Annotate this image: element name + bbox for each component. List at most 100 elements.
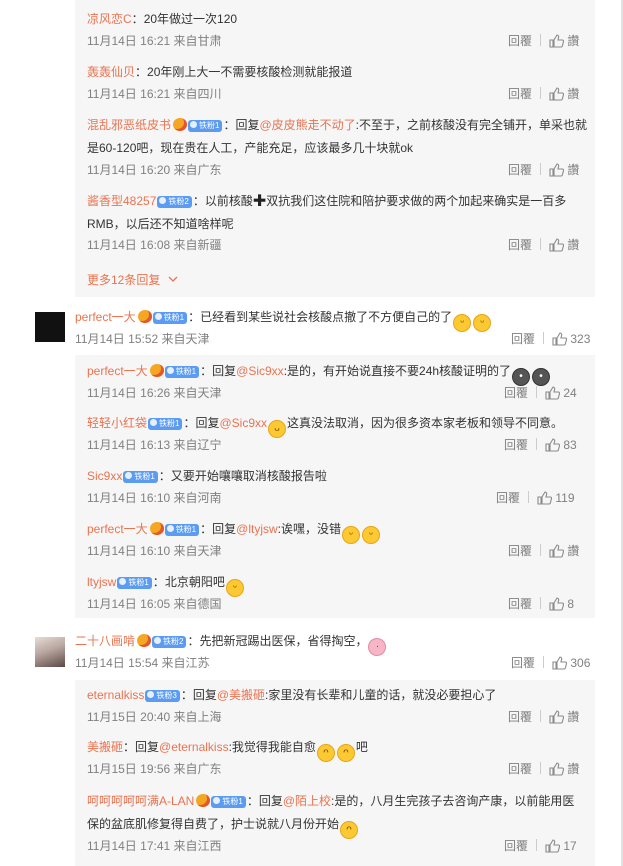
grin-emoji-icon: ᵕ [362, 526, 381, 544]
like-button[interactable]: 17 [545, 839, 577, 853]
reply-separator: ： [152, 575, 165, 589]
reply-username[interactable]: 轰轰仙贝 [87, 65, 135, 79]
like-button[interactable]: 讚 [549, 163, 579, 177]
reply-button[interactable]: 回覆 [504, 386, 528, 400]
thumbs-up-icon [537, 491, 553, 505]
like-button[interactable]: 讚 [549, 238, 579, 252]
like-button[interactable]: 306 [552, 656, 590, 670]
reply-text: 20年刚上大一不需要核酸检测就能报道 [147, 65, 353, 79]
fan-medal-icon [196, 794, 211, 807]
thumbs-up-icon [549, 238, 565, 252]
reply-button[interactable]: 回覆 [511, 656, 535, 670]
like-count: 306 [570, 656, 591, 670]
crying-emoji-icon: ᴖ [316, 744, 335, 762]
like-count: 讚 [567, 544, 580, 558]
mention-link[interactable]: @Sic9xx [236, 364, 284, 378]
fan-badge: 铁粉1 [123, 471, 158, 483]
reply-button[interactable]: 回覆 [511, 332, 535, 346]
avatar[interactable] [35, 637, 65, 667]
diamond-icon [166, 367, 174, 374]
fan-badge: 铁粉1 [117, 577, 152, 589]
comment-text: ：已经看到某些说社会核酸点撤了不方便自己的了 [188, 310, 453, 324]
fan-medal-icon [173, 118, 188, 131]
mention-link[interactable]: @ltyjsw [236, 522, 278, 536]
comment-username[interactable]: perfect一大 [75, 310, 136, 324]
grin-emoji-icon: ᵕ [473, 314, 492, 332]
reply-separator: ：回复 [123, 740, 160, 754]
fan-badge: 铁粉3 [145, 690, 180, 702]
diamond-icon [147, 691, 155, 698]
mention-link[interactable]: @Sic9xx [219, 416, 267, 430]
fan-badge: 铁粉1 [211, 796, 246, 808]
reply-text: 北京朝阳吧 [164, 575, 225, 589]
reply-username[interactable]: eternalkiss [87, 688, 144, 702]
thumbs-up-icon [552, 656, 568, 670]
reply-username[interactable]: 混乱邪恶纸皮书 [87, 118, 171, 132]
comment-time: 11月14日 15:54 来自江苏 [75, 656, 210, 670]
reply-username[interactable]: ltyjsw [87, 575, 116, 589]
like-count: 讚 [567, 34, 580, 48]
like-button[interactable]: 323 [552, 332, 590, 346]
reply-username[interactable]: perfect一大 [87, 522, 148, 536]
like-button[interactable]: 83 [545, 438, 577, 452]
like-button[interactable]: 讚 [549, 544, 579, 558]
fan-badge: 铁粉2 [157, 196, 192, 208]
mention-link[interactable]: @皮皮熊走不动了 [259, 118, 355, 132]
reply-content: ltyjsw 铁粉1 ：北京朝阳吧 ᵕ [87, 572, 245, 597]
comment-text: ：先把新冠踢出医保，省得掏空， [187, 634, 368, 648]
like-button[interactable]: 讚 [549, 710, 579, 724]
reply-separator: ：回复 [180, 688, 217, 702]
reply-username[interactable]: 轻轻小红袋 [87, 416, 147, 430]
reply-content: 呵呵呵呵呵满A-LAN 铁粉1 ：回复@陌上校:是的，八月生完孩子去咨询产康，以前能… [87, 791, 574, 812]
reply-button[interactable]: 回覆 [496, 491, 520, 505]
reply-content: 混乱邪恶纸皮书 铁粉1 ：回复@皮皮熊走不动了:不至于，之前核酸没有完全铺开，单采也… [87, 115, 587, 136]
like-button[interactable]: 8 [549, 597, 574, 611]
reply-content: 轰轰仙贝：20年刚上大一不需要核酸检测就能报道 [87, 62, 352, 83]
reply-actions: 回覆 讚 [508, 709, 579, 725]
mention-link[interactable]: @eternalkiss [159, 740, 229, 754]
diamond-icon [159, 197, 167, 204]
reply-button[interactable]: 回覆 [508, 762, 532, 776]
comment-content: perfect一大 铁粉1 ：已经看到某些说社会核酸点撤了不方便自己的了 ᵕ ᵕ [75, 307, 492, 332]
reply-button[interactable]: 回覆 [504, 839, 528, 853]
reply-username[interactable]: 美搬砸 [87, 740, 123, 754]
like-button[interactable]: 119 [537, 491, 575, 505]
reply-text: 双抗我们这住院和陪护要求做的两个加起来确实是一百多 [266, 194, 567, 208]
like-count: 323 [570, 332, 591, 346]
reply-button[interactable]: 回覆 [504, 438, 528, 452]
avatar[interactable] [35, 312, 65, 342]
like-count: 讚 [567, 710, 580, 724]
mention-link[interactable]: @美搬砸 [217, 688, 265, 702]
comment-actions: 回覆 323 [511, 331, 590, 347]
reply-text: :家里没有长辈和儿童的话，就没必要担心了 [265, 688, 497, 702]
comment-actions: 回覆 306 [511, 655, 590, 671]
like-button[interactable]: 讚 [549, 762, 579, 776]
thumbs-up-icon [552, 332, 568, 346]
reply-button[interactable]: 回覆 [508, 238, 532, 252]
reply-button[interactable]: 回覆 [508, 34, 532, 48]
more-replies-link[interactable]: 更多12条回复 [87, 272, 178, 288]
reply-username[interactable]: 凉风恋C [87, 12, 132, 26]
reply-actions: 回覆 讚 [508, 33, 579, 49]
reply-button[interactable]: 回覆 [508, 163, 532, 177]
thumbs-up-icon [549, 544, 565, 558]
comment-username[interactable]: 二十八画啃 [75, 634, 135, 648]
reply-username[interactable]: Sic9xx [87, 469, 122, 483]
reply-button[interactable]: 回覆 [508, 710, 532, 724]
reply-time: 11月14日 16:26 来自天津 [87, 386, 222, 400]
like-count: 83 [563, 438, 577, 452]
reply-username[interactable]: perfect一大 [87, 364, 148, 378]
reply-button[interactable]: 回覆 [508, 544, 532, 558]
reply-username[interactable]: 酱香型48257 [87, 194, 156, 208]
reply-content: 轻轻小红袋 铁粉1 ：回复@Sic9xx ᴗ 这真没法取消，因为很多资本家老板和领导不同… [87, 413, 563, 438]
reply-button[interactable]: 回覆 [508, 87, 532, 101]
mention-link[interactable]: @陌上校 [283, 794, 331, 808]
like-button[interactable]: 讚 [549, 87, 579, 101]
like-button[interactable]: 24 [545, 386, 577, 400]
reply-text: :我觉得我能自愈 [228, 740, 316, 754]
like-button[interactable]: 讚 [549, 34, 579, 48]
reply-text: 保的盆底肌修复得自费了，护士说就八月份开始 [87, 817, 340, 831]
reply-username[interactable]: 呵呵呵呵呵满A-LAN [87, 794, 194, 808]
reply-button[interactable]: 回覆 [508, 597, 532, 611]
reply-text-end: 吧 [355, 740, 368, 754]
